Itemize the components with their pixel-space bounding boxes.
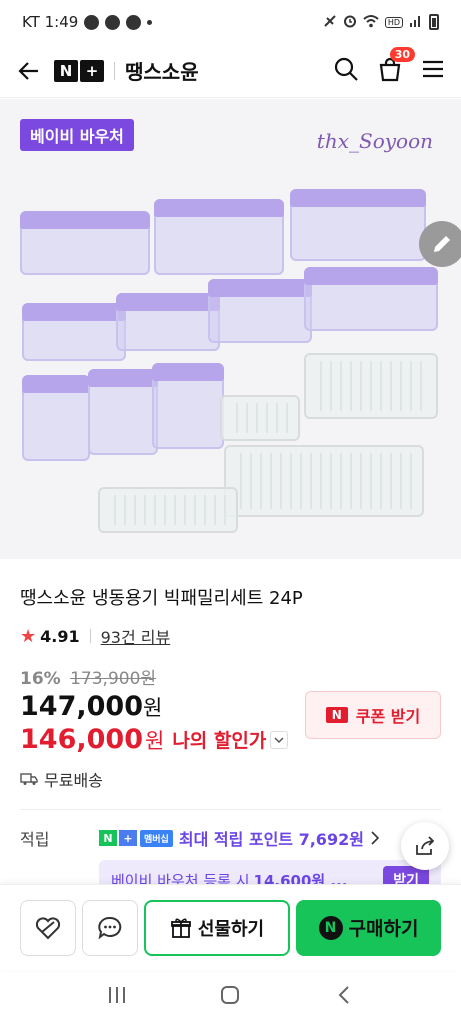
share-icon bbox=[416, 836, 435, 855]
system-nav-bar bbox=[0, 970, 461, 1024]
product-info: 땡스소윤 냉동용기 빅패밀리세트 24P ★ 4.91 93건 리뷰 16% 1… bbox=[0, 560, 461, 900]
shipping-row: 무료배송 bbox=[20, 767, 441, 791]
review-link[interactable]: 93건 리뷰 bbox=[101, 624, 171, 648]
system-back-button[interactable] bbox=[333, 984, 355, 1010]
on-icon bbox=[105, 14, 121, 30]
bottom-action-bar: 선물하기 N 구매하기 bbox=[0, 884, 461, 970]
container-small bbox=[152, 363, 224, 449]
carrier-time: KT 1:49 bbox=[22, 13, 79, 31]
signature: thx_Soyoon bbox=[316, 129, 433, 153]
my-price: 146,000 bbox=[20, 724, 143, 755]
search-icon bbox=[334, 57, 358, 81]
signal-icon bbox=[409, 14, 423, 31]
hd-badge: HD bbox=[384, 16, 403, 28]
drain-rack bbox=[220, 395, 300, 441]
wishlist-button[interactable] bbox=[20, 899, 76, 956]
store-name[interactable]: 땡스소윤 bbox=[125, 56, 199, 85]
buy-button[interactable]: N 구매하기 bbox=[296, 899, 441, 956]
dot-icon bbox=[147, 19, 153, 25]
voucher-tag: 베이비 바우처 bbox=[20, 119, 134, 151]
hamburger-icon bbox=[423, 60, 443, 77]
status-bar: KT 1:49 HD bbox=[0, 0, 461, 44]
buy-label: 구매하기 bbox=[348, 918, 419, 940]
chat-bubble-icon bbox=[98, 916, 122, 939]
container-small bbox=[88, 369, 158, 455]
share-button[interactable] bbox=[401, 822, 449, 870]
product-title: 땡스소윤 냉동용기 빅패밀리세트 24P bbox=[20, 588, 303, 609]
rating-divider bbox=[89, 629, 91, 643]
container-medium bbox=[116, 293, 220, 351]
original-price: 173,900원 bbox=[70, 669, 157, 689]
points-row[interactable]: 적립 N + 멤버십 최대 적립 포인트 7,692원 bbox=[20, 826, 441, 850]
my-price-label: 나의 할인가 bbox=[172, 730, 267, 752]
wifi-icon bbox=[363, 14, 379, 31]
product-image[interactable]: 베이비 바우처 thx_Soyoon bbox=[0, 99, 461, 559]
badge-member: 멤버십 bbox=[140, 829, 173, 847]
badge-plus: + bbox=[119, 830, 137, 846]
gift-icon bbox=[170, 918, 191, 938]
container-large bbox=[20, 211, 150, 275]
rating-row: ★ 4.91 93건 리뷰 bbox=[20, 624, 441, 648]
chevron-right-icon bbox=[371, 831, 380, 845]
container-large bbox=[290, 189, 426, 261]
tray-flat bbox=[98, 487, 238, 533]
points-label: 적립 bbox=[20, 830, 50, 849]
cart-button[interactable]: 30 bbox=[377, 46, 415, 86]
pencil-icon bbox=[434, 236, 450, 252]
tray-large bbox=[224, 445, 424, 517]
naver-plus-logo[interactable]: N + bbox=[54, 59, 104, 82]
logo-n: N bbox=[54, 59, 78, 82]
container-medium bbox=[22, 303, 126, 361]
gift-label: 선물하기 bbox=[197, 918, 265, 940]
container-medium bbox=[208, 279, 312, 343]
alarm-icon bbox=[343, 14, 357, 31]
recent-apps-button[interactable] bbox=[106, 984, 128, 1010]
gift-button[interactable]: 선물하기 bbox=[144, 899, 290, 956]
chat-button[interactable] bbox=[82, 899, 138, 956]
truck-icon bbox=[20, 773, 38, 785]
chevron-left-icon bbox=[338, 986, 349, 1004]
sale-price: 147,000 bbox=[20, 691, 143, 722]
arrow-left-icon bbox=[18, 61, 38, 80]
mute-icon bbox=[323, 14, 337, 31]
badge-n: N bbox=[99, 830, 117, 846]
star-icon: ★ bbox=[20, 625, 37, 647]
container-medium bbox=[304, 267, 438, 331]
cart-count-badge: 30 bbox=[389, 46, 415, 62]
back-button[interactable] bbox=[16, 58, 42, 84]
naver-pay-icon: N bbox=[318, 915, 343, 940]
heart-icon bbox=[35, 916, 61, 939]
home-button[interactable] bbox=[219, 984, 241, 1010]
search-button[interactable] bbox=[333, 56, 359, 86]
coupon-n-icon: N bbox=[325, 707, 348, 723]
talk-icon bbox=[84, 14, 100, 30]
container-small bbox=[22, 375, 90, 461]
rating-value: 4.91 bbox=[40, 626, 80, 646]
naver-plus-membership-badge: N + 멤버십 bbox=[99, 829, 173, 847]
coupon-button[interactable]: N 쿠폰 받기 bbox=[305, 691, 441, 739]
home-icon bbox=[221, 986, 240, 1004]
coupon-label: 쿠폰 받기 bbox=[355, 707, 421, 726]
section-divider bbox=[20, 809, 441, 810]
battery-icon bbox=[429, 14, 439, 30]
shipping-text: 무료배송 bbox=[44, 771, 103, 790]
my-price-unit: 원 bbox=[144, 728, 165, 753]
cloud-icon bbox=[126, 14, 142, 30]
logo-plus: + bbox=[80, 59, 104, 82]
discount-row: 16% 173,900원 bbox=[20, 664, 441, 689]
discount-rate: 16% bbox=[20, 669, 61, 689]
chevron-down-icon[interactable] bbox=[270, 730, 289, 749]
divider-set bbox=[304, 353, 438, 419]
header-divider bbox=[114, 61, 115, 80]
app-header: N + 땡스소윤 30 bbox=[0, 44, 461, 98]
points-detail: 최대 적립 포인트 7,692원 bbox=[178, 830, 364, 849]
recent-apps-icon bbox=[108, 987, 125, 1003]
menu-button[interactable] bbox=[421, 57, 445, 85]
edit-button[interactable] bbox=[419, 221, 461, 267]
container-large bbox=[154, 199, 284, 275]
sale-price-unit: 원 bbox=[142, 696, 163, 720]
